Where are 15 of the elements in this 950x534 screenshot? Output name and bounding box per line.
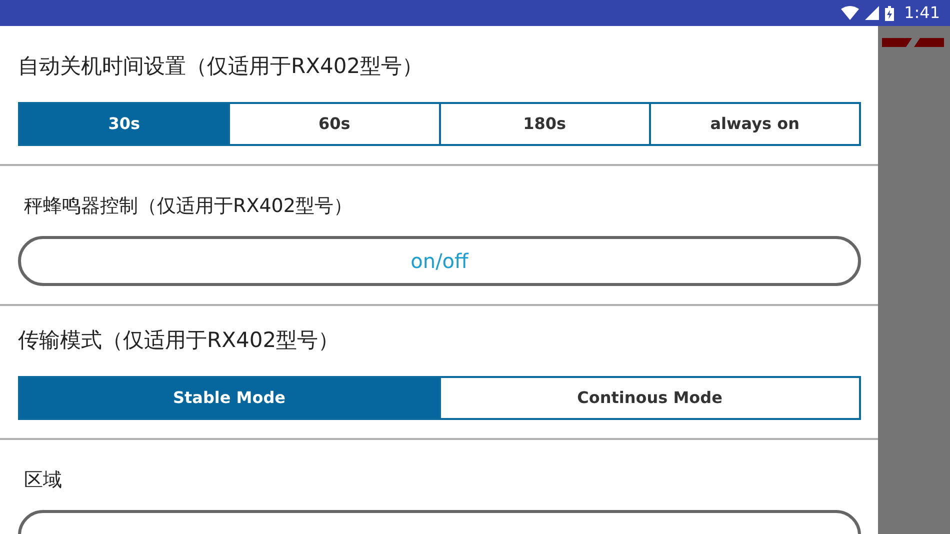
- section-title: 自动关机时间设置（仅适用于RX402型号）: [18, 53, 424, 80]
- section-title: 秤蜂鸣器控制（仅适用于RX402型号）: [23, 194, 354, 219]
- signal-icon: [865, 6, 880, 20]
- section-title: 传输模式（仅适用于RX402型号）: [18, 327, 340, 354]
- battery-icon: [885, 6, 894, 20]
- segment-tab[interactable]: 180s: [440, 102, 651, 146]
- wifi-icon: [841, 6, 860, 20]
- segment-tab[interactable]: Continous Mode: [440, 376, 861, 420]
- segment-tab[interactable]: Stable Mode: [18, 376, 440, 420]
- status-time: 1:41: [904, 2, 940, 24]
- segment-tab[interactable]: always on: [650, 102, 861, 146]
- stripe-drawing: [882, 38, 944, 47]
- segment-tab[interactable]: 30s: [18, 102, 230, 146]
- section-title: 区域: [23, 468, 63, 493]
- segment-tab[interactable]: 60s: [230, 102, 440, 146]
